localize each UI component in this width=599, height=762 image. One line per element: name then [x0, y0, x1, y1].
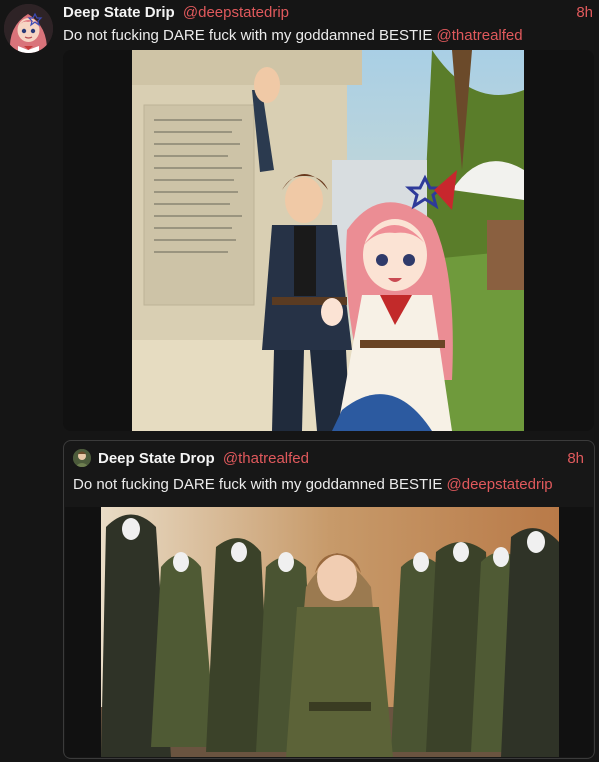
mention-link[interactable]: @thatrealfed: [437, 27, 523, 44]
quote-handle[interactable]: @thatrealfed: [223, 450, 309, 467]
quote-timestamp[interactable]: 8h: [567, 450, 584, 468]
handle[interactable]: @deepstatedrip: [183, 4, 289, 21]
user-avatar-icon: [73, 449, 91, 467]
quote-header: Deep State Drop @thatrealfed 8h: [98, 450, 584, 468]
post-image[interactable]: [63, 50, 594, 431]
timestamp[interactable]: 8h: [576, 4, 593, 22]
avatar[interactable]: [4, 4, 53, 53]
post-text-body: Do not fucking DARE fuck with my goddamn…: [63, 27, 437, 44]
quoted-post[interactable]: Deep State Drop @thatrealfed 8h Do not f…: [63, 440, 595, 759]
quote-display-name[interactable]: Deep State Drop: [98, 450, 215, 467]
anime-illustration-image: [132, 50, 524, 431]
quote-avatar[interactable]: [73, 449, 91, 467]
display-name[interactable]: Deep State Drip: [63, 4, 175, 21]
post-text: Do not fucking DARE fuck with my goddamn…: [63, 27, 523, 45]
quote-text: Do not fucking DARE fuck with my goddamn…: [73, 476, 553, 494]
group-photo-image: [101, 507, 559, 757]
quote-mention-link[interactable]: @deepstatedrip: [447, 476, 553, 493]
post-header: Deep State Drip @deepstatedrip 8h: [63, 4, 593, 22]
anime-girl-avatar-icon: [4, 4, 53, 53]
quote-image[interactable]: [65, 507, 593, 757]
quote-text-body: Do not fucking DARE fuck with my goddamn…: [73, 476, 447, 493]
